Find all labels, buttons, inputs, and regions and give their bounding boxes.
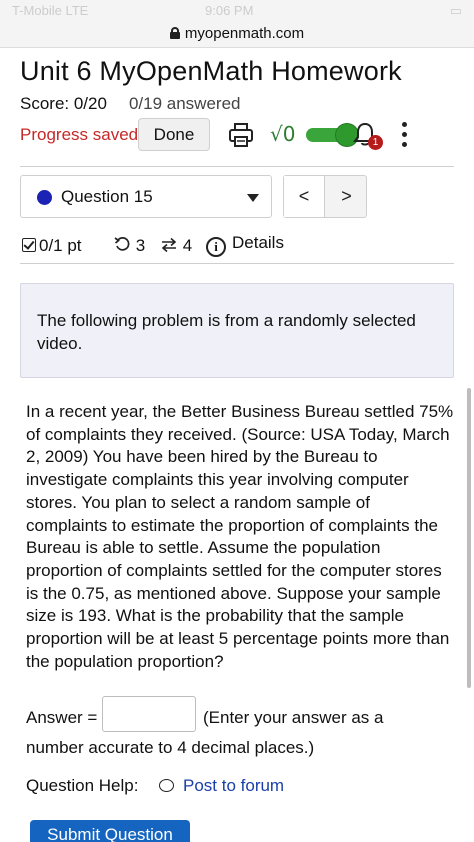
chevron-down-icon: [247, 194, 259, 202]
page-title: Unit 6 MyOpenMath Homework: [20, 56, 402, 86]
points-text: 0/1 pt: [39, 236, 82, 255]
notification-bell-icon[interactable]: 1: [353, 121, 383, 151]
scrollbar[interactable]: [467, 388, 471, 688]
attempts-count: 4: [182, 236, 193, 255]
question-meta: 0/1 pt 3 4 i Details: [22, 233, 452, 259]
printer-icon[interactable]: [228, 122, 254, 148]
question-nav-buttons: < >: [283, 175, 367, 218]
problem-text: In a recent year, the Better Business Bu…: [26, 402, 454, 671]
dot: [402, 142, 407, 147]
status-bar: T-Mobile LTE 9:06 PM ▭: [0, 0, 474, 22]
retry-icon: [114, 237, 130, 251]
answered-count: 0/19 answered: [128, 94, 241, 113]
address-bar[interactable]: myopenmath.com: [0, 22, 474, 48]
clock: 9:06 PM: [205, 3, 254, 18]
submit-question-button[interactable]: Submit Question: [30, 820, 190, 842]
speech-bubble-icon: [159, 779, 174, 792]
dot: [402, 132, 407, 137]
details-label: Details: [232, 233, 284, 252]
question-selector-label: Question 15: [61, 187, 153, 206]
battery-icon: ▭: [449, 3, 462, 18]
sqrt-icon: √0: [270, 122, 296, 146]
question-status-dot: [37, 190, 52, 205]
url-display[interactable]: myopenmath.com: [0, 25, 474, 42]
answer-row: Answer = (Enter your answer as a: [26, 694, 456, 734]
toolbar: Progress saved Done √0 1: [20, 118, 460, 152]
notification-badge: 1: [368, 135, 383, 150]
carrier-label: T-Mobile LTE: [12, 3, 89, 18]
lock-icon: [169, 27, 180, 39]
points-indicator: 0/1 pt: [22, 236, 82, 256]
details-link[interactable]: i Details: [206, 233, 284, 257]
retries-count: 3: [135, 236, 146, 255]
divider: [20, 166, 454, 167]
score-row: Score: 0/20 0/19 answered: [20, 94, 240, 114]
intro-notice: The following problem is from a randomly…: [20, 283, 454, 378]
next-question-button[interactable]: >: [326, 176, 367, 217]
answer-hint: (Enter your answer as a: [203, 708, 384, 727]
done-button[interactable]: Done: [138, 118, 210, 151]
answer-input[interactable]: [102, 696, 196, 732]
post-to-forum-link[interactable]: Post to forum: [183, 776, 284, 796]
score-text: Score: 0/20: [20, 94, 107, 113]
retries-indicator: 3: [114, 236, 145, 256]
previous-question-button[interactable]: <: [284, 176, 325, 217]
progress-saved-status: Progress saved: [20, 125, 139, 144]
question-help-label: Question Help:: [26, 776, 139, 795]
question-selector[interactable]: Question 15: [20, 175, 272, 218]
answer-label: Answer =: [26, 708, 98, 727]
attempts-indicator: 4: [160, 236, 192, 256]
more-options-icon[interactable]: [397, 120, 411, 150]
math-entry-toggle[interactable]: √0: [270, 122, 358, 147]
divider: [20, 263, 454, 264]
checkbox-icon: [22, 238, 36, 252]
answer-hint-continued: number accurate to 4 decimal places.): [26, 738, 315, 757]
info-icon: i: [206, 237, 226, 257]
url-text: myopenmath.com: [184, 25, 305, 42]
dot: [402, 122, 407, 127]
attempts-icon: [161, 237, 177, 253]
